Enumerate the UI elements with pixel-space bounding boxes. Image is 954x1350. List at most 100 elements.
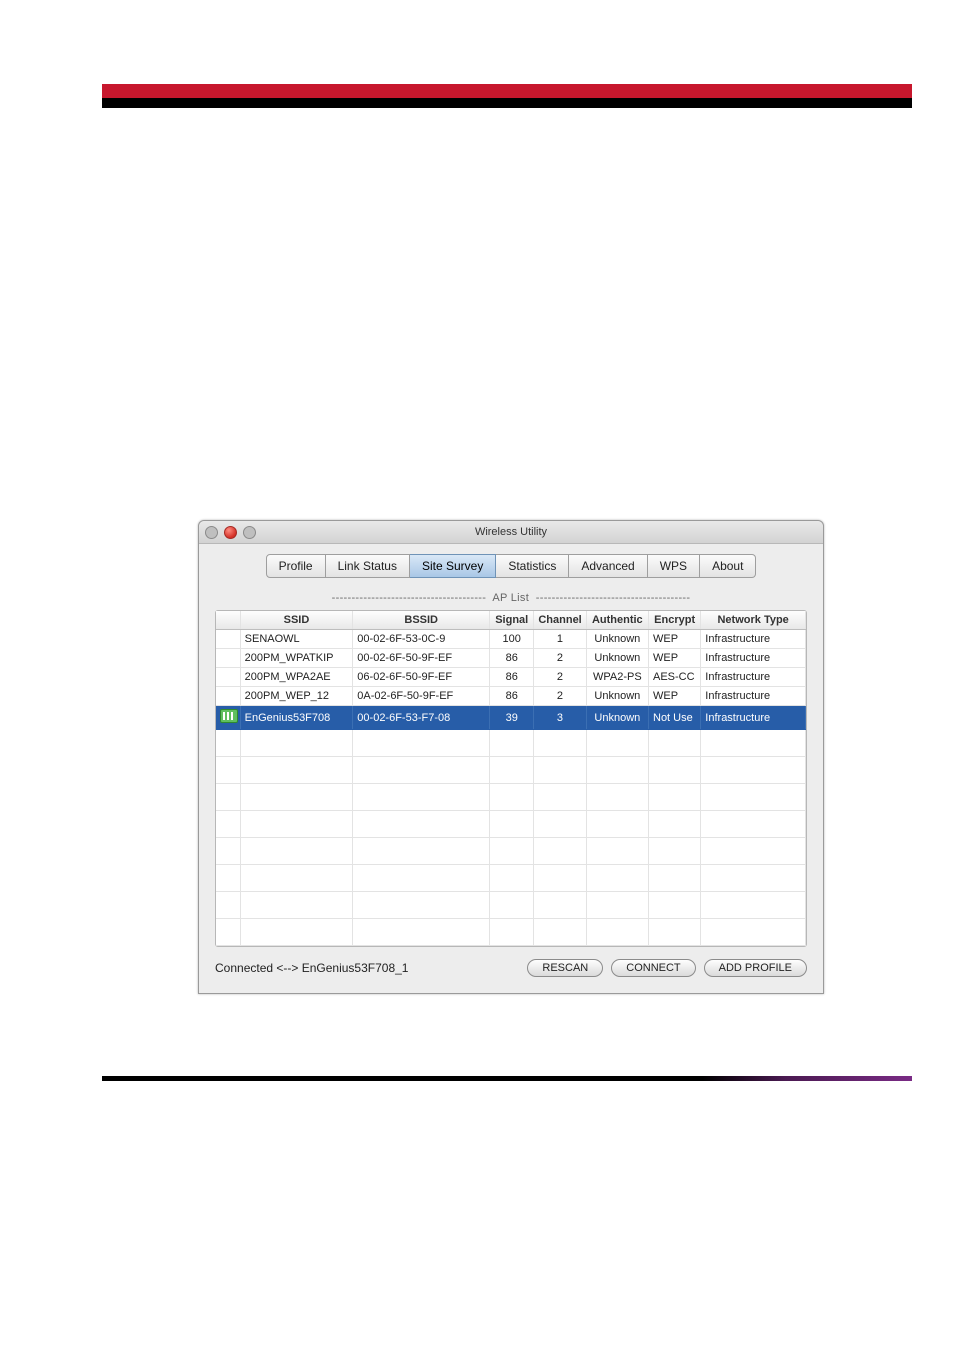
tab-about[interactable]: About xyxy=(700,554,756,578)
col-ssid[interactable]: SSID xyxy=(240,611,353,630)
tab-link-status[interactable]: Link Status xyxy=(326,554,410,578)
col-nettype[interactable]: Network Type xyxy=(701,611,806,630)
connect-button[interactable]: CONNECT xyxy=(611,959,695,977)
col-signal[interactable]: Signal xyxy=(490,611,534,630)
tab-advanced[interactable]: Advanced xyxy=(569,554,647,578)
cell-bssid: 00-02-6F-53-F7-08 xyxy=(353,706,490,730)
cell-connected xyxy=(216,649,240,668)
cell-ssid: 200PM_WEP_12 xyxy=(240,687,353,706)
rescan-button[interactable]: RESCAN xyxy=(527,959,603,977)
tab-bar: ProfileLink StatusSite SurveyStatisticsA… xyxy=(215,554,807,578)
cell-bssid: 00-02-6F-50-9F-EF xyxy=(353,649,490,668)
cell-empty xyxy=(701,892,806,919)
table-row[interactable]: 200PM_WEP_120A-02-6F-50-9F-EF862UnknownW… xyxy=(216,687,806,706)
cell-empty xyxy=(353,811,490,838)
col-connected[interactable] xyxy=(216,611,240,630)
table-row-empty xyxy=(216,838,806,865)
cell-empty xyxy=(240,784,353,811)
cell-ssid: 200PM_WPA2AE xyxy=(240,668,353,687)
cell-empty xyxy=(353,730,490,757)
cell-connected xyxy=(216,706,240,730)
cell-empty xyxy=(490,784,534,811)
cell-encrypt: Not Use xyxy=(649,706,701,730)
window-titlebar[interactable]: Wireless Utility xyxy=(199,521,823,544)
cell-empty xyxy=(701,730,806,757)
cell-empty xyxy=(216,784,240,811)
cell-empty xyxy=(490,892,534,919)
cell-empty xyxy=(216,730,240,757)
col-channel[interactable]: Channel xyxy=(534,611,586,630)
cell-channel: 2 xyxy=(534,649,586,668)
tab-statistics[interactable]: Statistics xyxy=(496,554,569,578)
cell-empty xyxy=(534,919,586,946)
cell-empty xyxy=(649,811,701,838)
cell-empty xyxy=(586,757,648,784)
cell-encrypt: WEP xyxy=(649,649,701,668)
cell-empty xyxy=(490,919,534,946)
cell-ssid: SENAOWL xyxy=(240,630,353,649)
cell-signal: 86 xyxy=(490,687,534,706)
cell-empty xyxy=(534,784,586,811)
add-profile-button[interactable]: ADD PROFILE xyxy=(704,959,807,977)
cell-empty xyxy=(649,865,701,892)
cell-empty xyxy=(649,784,701,811)
cell-empty xyxy=(216,811,240,838)
cell-empty xyxy=(649,892,701,919)
cell-empty xyxy=(586,892,648,919)
cell-empty xyxy=(534,865,586,892)
tab-site-survey[interactable]: Site Survey xyxy=(410,554,496,578)
connected-icon xyxy=(220,709,238,723)
cell-empty xyxy=(216,892,240,919)
header-accent xyxy=(102,84,912,98)
cell-encrypt: AES-CC xyxy=(649,668,701,687)
cell-empty xyxy=(490,838,534,865)
cell-empty xyxy=(586,784,648,811)
cell-empty xyxy=(701,784,806,811)
table-row-empty xyxy=(216,784,806,811)
cell-ssid: 200PM_WPATKIP xyxy=(240,649,353,668)
cell-connected xyxy=(216,687,240,706)
table-row-empty xyxy=(216,892,806,919)
cell-auth: Unknown xyxy=(586,649,648,668)
cell-empty xyxy=(216,757,240,784)
table-header-row: SSID BSSID Signal Channel Authentic Encr… xyxy=(216,611,806,630)
cell-channel: 2 xyxy=(534,687,586,706)
cell-empty xyxy=(353,919,490,946)
wireless-utility-window: Wireless Utility ProfileLink StatusSite … xyxy=(198,520,824,994)
cell-channel: 3 xyxy=(534,706,586,730)
cell-ssid: EnGenius53F708 xyxy=(240,706,353,730)
table-row[interactable]: 200PM_WPATKIP00-02-6F-50-9F-EF862Unknown… xyxy=(216,649,806,668)
cell-nettype: Infrastructure xyxy=(701,668,806,687)
cell-empty xyxy=(216,919,240,946)
cell-empty xyxy=(240,838,353,865)
cell-empty xyxy=(240,730,353,757)
cell-empty xyxy=(353,757,490,784)
cell-empty xyxy=(490,865,534,892)
col-encrypt[interactable]: Encrypt xyxy=(649,611,701,630)
col-bssid[interactable]: BSSID xyxy=(353,611,490,630)
table-row[interactable]: 200PM_WPA2AE06-02-6F-50-9F-EF862WPA2-PSA… xyxy=(216,668,806,687)
cell-empty xyxy=(216,865,240,892)
cell-bssid: 06-02-6F-50-9F-EF xyxy=(353,668,490,687)
table-row-empty xyxy=(216,757,806,784)
cell-empty xyxy=(701,757,806,784)
tab-profile[interactable]: Profile xyxy=(266,554,326,578)
cell-auth: Unknown xyxy=(586,630,648,649)
cell-nettype: Infrastructure xyxy=(701,649,806,668)
cell-nettype: Infrastructure xyxy=(701,687,806,706)
cell-auth: WPA2-PS xyxy=(586,668,648,687)
cell-channel: 1 xyxy=(534,630,586,649)
footer-gradient xyxy=(702,1076,912,1081)
cell-empty xyxy=(490,811,534,838)
table-row[interactable]: SENAOWL00-02-6F-53-0C-91001UnknownWEPInf… xyxy=(216,630,806,649)
cell-empty xyxy=(701,919,806,946)
cell-empty xyxy=(586,919,648,946)
connection-status: Connected <--> EnGenius53F708_1 xyxy=(215,961,519,975)
cell-empty xyxy=(240,811,353,838)
cell-empty xyxy=(649,757,701,784)
tab-wps[interactable]: WPS xyxy=(648,554,700,578)
cell-channel: 2 xyxy=(534,668,586,687)
table-row[interactable]: EnGenius53F70800-02-6F-53-F7-08393Unknow… xyxy=(216,706,806,730)
cell-empty xyxy=(490,730,534,757)
col-auth[interactable]: Authentic xyxy=(586,611,648,630)
